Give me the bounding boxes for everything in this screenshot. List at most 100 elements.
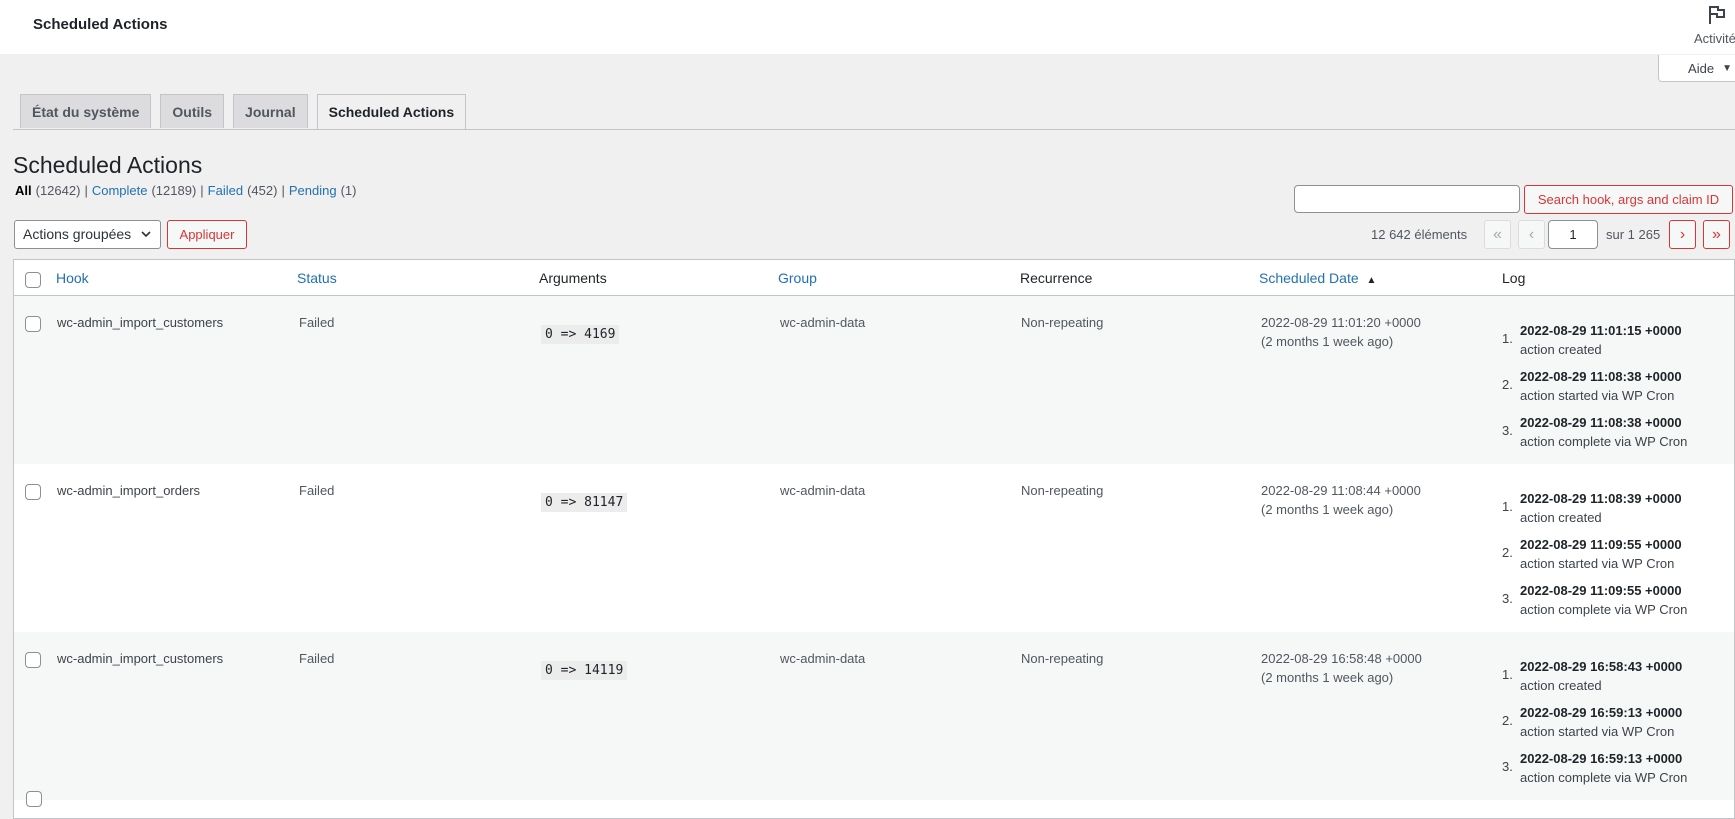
row-checkbox[interactable]: [26, 791, 42, 807]
log-entry: 1. 2022-08-29 11:01:15 +0000 action create…: [1502, 321, 1687, 359]
table-row: wc-admin_import_customers Failed 0 => 14…: [14, 632, 1734, 800]
log-message: action complete via WP Cron: [1520, 602, 1688, 617]
column-recurrence: Recurrence: [1020, 270, 1093, 286]
next-page-button[interactable]: ›: [1669, 220, 1696, 249]
column-status[interactable]: Status: [297, 270, 337, 286]
log-date: 2022-08-29 11:08:38 +0000: [1520, 415, 1682, 430]
filter-separator: |: [281, 183, 285, 198]
help-button[interactable]: Aide ▼: [1658, 55, 1735, 82]
row-hook: wc-admin_import_customers: [57, 315, 224, 330]
log-number: 2.: [1502, 377, 1513, 392]
log-number: 2.: [1502, 713, 1513, 728]
row-status: Failed: [299, 315, 335, 330]
table-row: wc-admin_import_customers Failed 0 => 41…: [14, 296, 1734, 464]
row-status: Failed: [299, 651, 335, 666]
items-count: 12 642 éléments: [1371, 227, 1468, 242]
last-page-button[interactable]: »: [1703, 220, 1730, 249]
log-entry: 3. 2022-08-29 16:59:13 +0000 action comple…: [1502, 749, 1688, 787]
row-scheduled-date: 2022-08-29 11:08:44 +0000 (2 months 1 we…: [1261, 481, 1421, 519]
log-number: 3.: [1502, 423, 1513, 438]
log-message: action created: [1520, 342, 1602, 357]
sort-asc-icon: ▲: [1366, 275, 1377, 286]
row-scheduled-date: 2022-08-29 11:01:20 +0000 (2 months 1 we…: [1261, 313, 1421, 351]
row-checkbox[interactable]: [25, 316, 41, 332]
first-page-button[interactable]: «: [1484, 220, 1511, 249]
filter-separator: |: [200, 183, 204, 198]
header-title: Scheduled Actions: [33, 16, 168, 33]
row-log: 1. 2022-08-29 11:01:15 +0000 action create…: [1502, 313, 1688, 457]
log-message: action created: [1520, 510, 1602, 525]
row-hook: wc-admin_import_orders: [57, 483, 201, 498]
log-message: action complete via WP Cron: [1520, 434, 1688, 449]
log-entry: 1. 2022-08-29 16:58:43 +0000 action create…: [1502, 657, 1687, 695]
row-checkbox[interactable]: [25, 484, 41, 500]
log-number: 1.: [1502, 331, 1513, 346]
table-row: wc-admin_import_orders Failed 0 => 81147…: [14, 464, 1734, 632]
row-scheduled-date: 2022-08-29 16:58:48 +0000 (2 months 1 we…: [1261, 649, 1422, 687]
log-message: action complete via WP Cron: [1520, 770, 1688, 785]
row-recurrence: Non-repeating: [1021, 651, 1104, 666]
prev-page-button[interactable]: ‹: [1518, 220, 1545, 249]
row-checkbox[interactable]: [25, 652, 41, 668]
top-header: Scheduled Actions Activité: [0, 0, 1735, 54]
search-button[interactable]: Search hook, args and claim ID: [1524, 185, 1733, 214]
row-log: 1. 2022-08-29 16:58:43 +0000 action create…: [1502, 649, 1688, 793]
scheduled-date-relative: (2 months 1 week ago): [1261, 670, 1394, 685]
log-number: 2.: [1502, 545, 1513, 560]
row-log: 1. 2022-08-29 11:08:39 +0000 action create…: [1502, 481, 1688, 625]
tab-logs[interactable]: Journal: [233, 94, 308, 128]
page-title: Scheduled Actions: [13, 152, 203, 178]
log-number: 3.: [1502, 759, 1513, 774]
row-arguments: 0 => 14119: [541, 661, 628, 680]
row-arguments: 0 => 4169: [541, 325, 620, 344]
actions-table: Hook Status Arguments Group Recurrence S…: [13, 259, 1735, 819]
column-scheduled-date[interactable]: Scheduled Date ▲: [1259, 270, 1376, 286]
column-log: Log: [1502, 270, 1526, 286]
chevron-down-icon: [140, 221, 152, 258]
scheduled-date-label: Scheduled Date: [1259, 270, 1359, 286]
filter-complete[interactable]: Complete: [92, 183, 148, 198]
log-message: action created: [1520, 678, 1602, 693]
scheduled-date-relative: (2 months 1 week ago): [1261, 334, 1394, 349]
tab-system-status[interactable]: État du système: [20, 94, 152, 128]
log-entry: 2. 2022-08-29 11:09:55 +0000 action starte…: [1502, 535, 1687, 573]
filter-all[interactable]: All: [15, 183, 32, 198]
log-entry: 3. 2022-08-29 11:08:38 +0000 action comple…: [1502, 413, 1688, 451]
log-date: 2022-08-29 11:09:55 +0000: [1520, 583, 1682, 598]
bulk-actions-select[interactable]: Actions groupées: [14, 220, 161, 249]
tab-scheduled-actions[interactable]: Scheduled Actions: [316, 94, 467, 129]
current-page-input[interactable]: 1: [1548, 220, 1598, 249]
row-recurrence: Non-repeating: [1021, 315, 1104, 330]
table-header: Hook Status Arguments Group Recurrence S…: [14, 260, 1734, 296]
log-number: 1.: [1502, 499, 1513, 514]
activity-button[interactable]: Activité: [1694, 4, 1735, 46]
log-entry: 3. 2022-08-29 11:09:55 +0000 action comple…: [1502, 581, 1688, 619]
tab-tools[interactable]: Outils: [160, 94, 225, 128]
log-date: 2022-08-29 11:08:39 +0000: [1520, 491, 1682, 506]
log-message: action started via WP Cron: [1520, 556, 1675, 571]
row-status: Failed: [299, 483, 335, 498]
help-label: Aide: [1688, 60, 1715, 76]
log-message: action started via WP Cron: [1520, 388, 1675, 403]
filter-separator: |: [84, 183, 88, 198]
apply-button[interactable]: Appliquer: [167, 220, 247, 249]
select-all-checkbox[interactable]: [25, 272, 41, 288]
row-group: wc-admin-data: [780, 315, 866, 330]
filter-complete-count: (12189): [151, 183, 197, 198]
flag-icon: [1709, 6, 1725, 24]
row-recurrence: Non-repeating: [1021, 483, 1104, 498]
search-input[interactable]: [1294, 185, 1520, 213]
filter-pending[interactable]: Pending: [289, 183, 337, 198]
scheduled-date-value: 2022-08-29 16:58:48 +0000: [1261, 651, 1422, 666]
filter-all-count: (12642): [35, 183, 81, 198]
bulk-actions-selected: Actions groupées: [23, 226, 132, 242]
column-hook[interactable]: Hook: [56, 270, 89, 286]
row-arguments: 0 => 81147: [541, 493, 628, 512]
column-group[interactable]: Group: [778, 270, 817, 286]
tabs-divider: [13, 129, 1735, 130]
caret-down-icon: ▼: [1722, 62, 1732, 74]
log-date: 2022-08-29 16:58:43 +0000: [1520, 659, 1683, 674]
filter-failed[interactable]: Failed: [208, 183, 243, 198]
filter-pending-count: (1): [340, 183, 357, 198]
row-group: wc-admin-data: [780, 483, 866, 498]
